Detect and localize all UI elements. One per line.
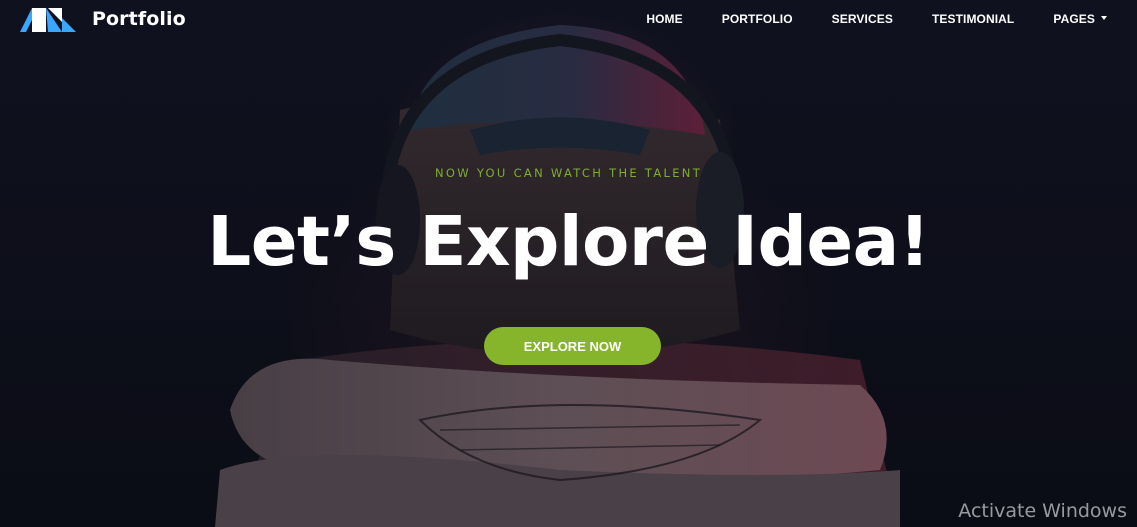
nav-item-testimonial: TESTIMONIAL	[932, 10, 1014, 28]
nav-link-pages-dropdown[interactable]: PAGES	[1053, 12, 1107, 26]
nav-link-home[interactable]: HOME	[646, 12, 682, 26]
explore-now-button[interactable]: EXPLORE NOW	[484, 327, 661, 365]
nav-link-portfolio[interactable]: PORTFOLIO	[722, 12, 793, 26]
nav-item-pages: PAGES	[1053, 10, 1107, 28]
hero-section: Portfolio HOME PORTFOLIO SERVICES TESTIM…	[0, 0, 1137, 527]
nav-link-testimonial[interactable]: TESTIMONIAL	[932, 12, 1014, 26]
nav-link-services[interactable]: SERVICES	[832, 12, 893, 26]
hero-tagline: NOW YOU CAN WATCH THE TALENT	[434, 166, 703, 180]
nav-item-portfolio: PORTFOLIO	[722, 10, 793, 28]
activate-windows-watermark: Activate Windows	[958, 500, 1127, 522]
brand-name: Portfolio	[92, 8, 186, 30]
main-nav: HOME PORTFOLIO SERVICES TESTIMONIAL PAGE…	[646, 0, 1107, 38]
brand-link[interactable]: Portfolio	[18, 3, 186, 35]
top-navbar: Portfolio HOME PORTFOLIO SERVICES TESTIM…	[0, 0, 1137, 38]
portfolio-logo-icon	[20, 8, 76, 32]
nav-link-pages-label: PAGES	[1053, 12, 1095, 26]
nav-item-services: SERVICES	[832, 10, 893, 28]
nav-item-home: HOME	[646, 10, 682, 28]
hero-headline: Let’s Explore Idea!	[207, 202, 930, 282]
caret-down-icon	[1101, 16, 1107, 20]
